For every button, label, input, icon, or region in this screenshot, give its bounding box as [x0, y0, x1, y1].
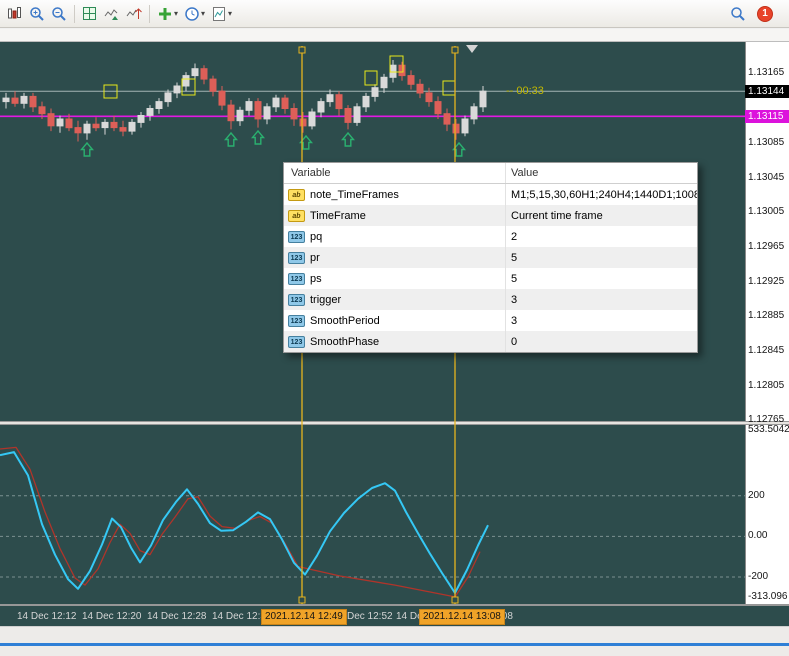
- indicators-plus-icon: [159, 7, 171, 20]
- popup-column-value: Value: [511, 167, 539, 179]
- bar-chart-icon: [8, 6, 21, 18]
- popup-column-variable: Variable: [284, 163, 506, 183]
- param-value[interactable]: 5: [506, 252, 697, 264]
- parameters-popup[interactable]: Variable Value ab note_TimeFrames M1;5,15,…: [283, 162, 698, 353]
- price-label: 200: [748, 490, 765, 501]
- param-value[interactable]: 3: [506, 294, 697, 306]
- vline-time-badge: 2021.12.14 12:49: [261, 609, 347, 625]
- param-value[interactable]: M1;5,15,30,60H1;240H4;1440D1;10080: [506, 189, 697, 201]
- param-name: note_TimeFrames: [310, 188, 399, 201]
- number-param-icon: 123: [288, 272, 305, 285]
- price-label: 533.5042: [748, 424, 789, 435]
- candle-countdown: -- 00:33: [506, 85, 544, 97]
- string-param-icon: ab: [288, 188, 305, 201]
- param-name: pq: [310, 230, 323, 243]
- param-row[interactable]: ab TimeFrame Current time frame: [284, 205, 697, 226]
- price-label: 1.13085: [748, 137, 785, 148]
- auto-scroll-button[interactable]: [101, 3, 123, 25]
- panel-divider[interactable]: [0, 604, 789, 606]
- chevron-down-icon: ▾: [174, 9, 179, 18]
- chart-shift-button[interactable]: [123, 3, 145, 25]
- param-row[interactable]: 123 ps 5: [284, 268, 697, 289]
- vline-time-badge: 2021.12.14 13:08: [419, 609, 505, 625]
- tile-windows-button[interactable]: [79, 3, 101, 25]
- clock-icon: [185, 6, 199, 21]
- time-label: 14 Dec 12:20: [82, 611, 142, 622]
- price-label: 1.12965: [748, 241, 785, 252]
- search-button[interactable]: [727, 3, 749, 25]
- mt4-window: ▾ ▾ ▾ 1 1.13165 1.13085 1.13045 1.13005 1.12…: [0, 0, 789, 656]
- param-name: TimeFrame: [310, 209, 366, 222]
- price-label: 1.12805: [748, 380, 785, 391]
- line-price-badge: 1.13115: [745, 110, 789, 123]
- param-row[interactable]: 123 SmoothPeriod 3: [284, 310, 697, 331]
- zoom-in-icon: [30, 6, 44, 21]
- price-label: 1.12925: [748, 276, 785, 287]
- toolbar-separator: [149, 4, 150, 23]
- price-label: 1.12885: [748, 310, 785, 321]
- zoom-in-button[interactable]: [26, 3, 48, 25]
- param-value[interactable]: 5: [506, 273, 697, 285]
- bid-price-badge: 1.13144: [745, 85, 789, 98]
- param-row[interactable]: 123 pr 5: [284, 247, 697, 268]
- param-name: pr: [310, 251, 320, 264]
- bar-chart-button[interactable]: [4, 3, 26, 25]
- popup-header: Variable Value: [284, 163, 697, 184]
- time-label: Dec 12:52: [347, 611, 393, 622]
- number-param-icon: 123: [288, 314, 305, 327]
- number-param-icon: 123: [288, 293, 305, 306]
- panel-divider[interactable]: [0, 421, 789, 425]
- periods-button[interactable]: ▾: [181, 3, 208, 25]
- toolbar-separator: [74, 4, 75, 23]
- param-value[interactable]: 3: [506, 315, 697, 327]
- templates-button[interactable]: ▾: [208, 3, 235, 25]
- param-row[interactable]: 123 SmoothPhase 0: [284, 331, 697, 352]
- popup-rows: ab note_TimeFrames M1;5,15,30,60H1;240H4;1…: [284, 184, 697, 352]
- param-value[interactable]: 0: [506, 336, 697, 348]
- auto-scroll-icon: [104, 8, 118, 20]
- panel-splitter[interactable]: [0, 643, 789, 646]
- price-label: 1.13005: [748, 206, 785, 217]
- param-name: ps: [310, 272, 322, 285]
- param-row[interactable]: ab note_TimeFrames M1;5,15,30,60H1;240H4;1…: [284, 184, 697, 205]
- param-value[interactable]: 2: [506, 231, 697, 243]
- price-label: 1.13045: [748, 172, 785, 183]
- param-row[interactable]: 123 trigger 3: [284, 289, 697, 310]
- zoom-out-icon: [52, 6, 66, 21]
- zoom-out-button[interactable]: [48, 3, 70, 25]
- price-label: -200: [748, 571, 769, 582]
- param-row[interactable]: 123 pq 2: [284, 226, 697, 247]
- string-param-icon: ab: [288, 209, 305, 222]
- price-label: 0.00: [748, 530, 768, 541]
- param-value[interactable]: Current time frame: [506, 210, 697, 222]
- number-param-icon: 123: [288, 230, 305, 243]
- indicators-button[interactable]: ▾: [154, 3, 181, 25]
- param-name: SmoothPhase: [310, 335, 380, 348]
- price-label: 1.12845: [748, 345, 785, 356]
- search-icon: [731, 6, 745, 21]
- param-name: trigger: [310, 293, 342, 306]
- number-param-icon: 123: [288, 335, 305, 348]
- toolbar: ▾ ▾ ▾ 1: [0, 0, 789, 28]
- template-page-icon: [213, 6, 226, 21]
- notification-badge[interactable]: 1: [757, 5, 773, 22]
- param-name: SmoothPeriod: [310, 314, 380, 327]
- tile-windows-icon: [83, 6, 96, 20]
- chart-shift-icon: [126, 7, 142, 19]
- indicator-canvas[interactable]: [0, 425, 745, 604]
- number-param-icon: 123: [288, 251, 305, 264]
- price-axis[interactable]: [745, 42, 789, 604]
- price-label: 1.13165: [748, 67, 785, 78]
- chevron-down-icon: ▾: [228, 9, 233, 18]
- bottom-panel: [0, 626, 789, 656]
- time-label: 14 Dec 12:12: [17, 611, 77, 622]
- price-label: -313.096: [748, 591, 788, 602]
- window-frame-strip: [0, 29, 789, 42]
- time-label: 14 Dec 12:28: [147, 611, 207, 622]
- chevron-down-icon: ▾: [201, 9, 206, 18]
